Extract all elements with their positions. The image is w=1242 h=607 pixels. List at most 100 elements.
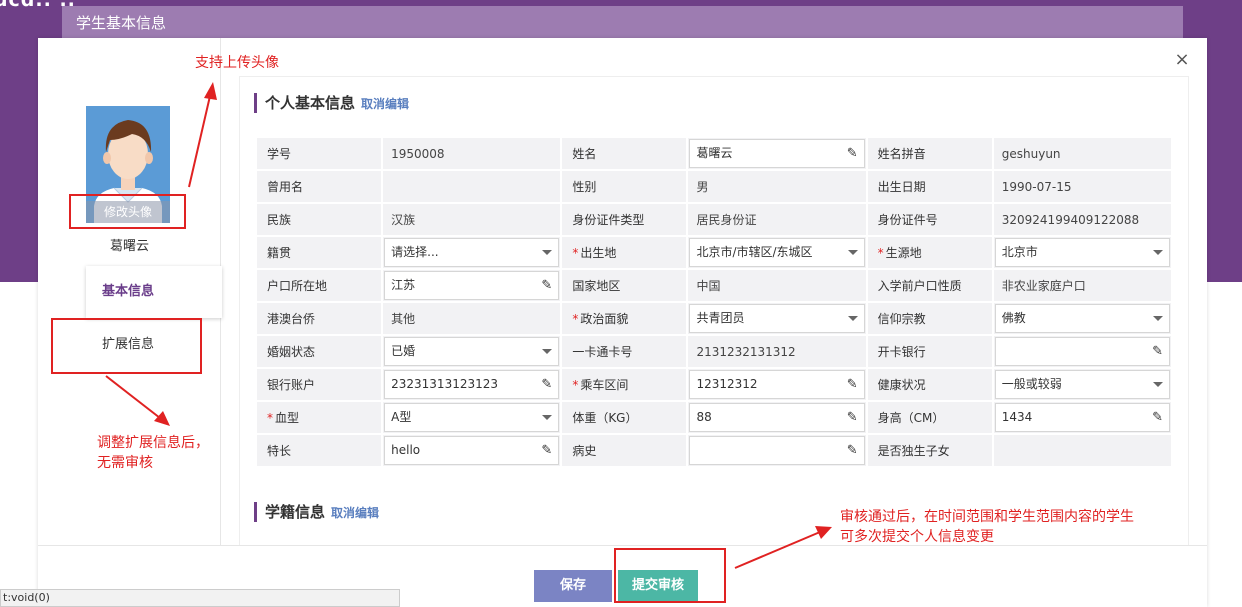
weight-input[interactable]: 88 ✎	[689, 403, 865, 432]
origin-select[interactable]: 北京市	[994, 238, 1170, 267]
field-value: 汉族	[383, 204, 561, 235]
field-label: 姓名	[562, 138, 687, 169]
section-title-enrollment: 学籍信息 取消编辑	[254, 502, 379, 522]
table-row: 籍贯 请选择... * 出生地 北京市/市辖区/东城区 * 生源地 北京市	[257, 237, 1171, 268]
field-value: 葛曙云	[696, 146, 733, 160]
annotation-line: 调整扩展信息后，	[97, 435, 209, 451]
field-value: A型	[391, 410, 412, 424]
field-value: 非农业家庭户口	[993, 270, 1171, 301]
field-label: 出生地	[580, 246, 617, 260]
required-star: *	[877, 246, 884, 260]
field-value: 共青团员	[696, 311, 745, 325]
annotation-avatar: 支持上传头像	[195, 55, 279, 71]
field-value: 江苏	[391, 278, 416, 292]
field-label: 健康状况	[867, 369, 992, 400]
bank-input[interactable]: ✎	[994, 337, 1170, 366]
field-value: hello	[391, 443, 421, 457]
pencil-icon: ✎	[1152, 410, 1163, 425]
personal-info-table: 学号 1950008 姓名 葛曙云 ✎ 姓名拼音 geshuyun 曾用名 性别 …	[255, 136, 1173, 468]
pencil-icon: ✎	[846, 377, 858, 392]
pencil-icon: ✎	[541, 443, 553, 458]
save-button[interactable]: 保存	[534, 570, 612, 602]
field-value: 佛教	[1001, 311, 1026, 325]
commute-range-input[interactable]: 12312312 ✎	[689, 370, 865, 399]
political-status-select[interactable]: 共青团员	[689, 304, 865, 333]
birthplace-select[interactable]: 北京市/市辖区/东城区	[689, 238, 865, 267]
field-label: 港澳台侨	[257, 303, 382, 334]
annotation-box-extended	[51, 318, 202, 374]
field-label: 学号	[257, 138, 382, 169]
field-value: 其他	[383, 303, 561, 334]
caret-down-icon	[847, 250, 858, 255]
close-icon[interactable]: ×	[1172, 50, 1192, 70]
annotation-line: 审核通过后，在时间范围和学生范围内容的学生	[840, 509, 1134, 525]
household-location-input[interactable]: 江苏 ✎	[384, 271, 560, 300]
specialty-input[interactable]: hello ✎	[384, 436, 560, 465]
field-value: 已婚	[391, 344, 416, 358]
annotation-line: 无需审核	[97, 455, 153, 471]
field-label: 开卡银行	[867, 336, 992, 367]
pencil-icon: ✎	[1152, 344, 1163, 359]
required-star: *	[572, 246, 579, 260]
field-value: 12312312	[696, 377, 758, 391]
caret-down-icon	[542, 349, 553, 354]
tab-basic-info[interactable]: 基本信息	[86, 266, 222, 318]
pencil-icon: ✎	[541, 278, 553, 293]
required-star: *	[267, 411, 273, 425]
field-label: 籍贯	[257, 237, 382, 268]
pencil-icon: ✎	[846, 410, 858, 425]
table-row: 特长 hello ✎ 病史 ✎ 是否独生子女	[257, 435, 1171, 466]
bank-account-input[interactable]: 23231313123123 ✎	[384, 370, 560, 399]
field-value: 1990-07-15	[993, 171, 1171, 202]
caret-down-icon	[1153, 316, 1163, 321]
field-label: 性别	[562, 171, 687, 202]
field-label: 国家地区	[562, 270, 687, 301]
native-place-select[interactable]: 请选择...	[384, 238, 560, 267]
field-label: 户口所在地	[257, 270, 382, 301]
caret-down-icon	[847, 316, 858, 321]
field-value: 1434	[1001, 410, 1033, 424]
field-label: 乘车区间	[580, 378, 629, 392]
medical-history-input[interactable]: ✎	[689, 436, 865, 465]
field-label: 病史	[562, 435, 687, 466]
field-label: 出生日期	[867, 171, 992, 202]
cancel-edit-link[interactable]: 取消编辑	[331, 506, 379, 520]
field-label: 信仰宗教	[867, 303, 992, 334]
name-input[interactable]: 葛曙云 ✎	[689, 139, 865, 168]
section-title-personal: 个人基本信息 取消编辑	[254, 93, 409, 113]
field-label: 曾用名	[257, 171, 382, 202]
field-value: 北京市	[1001, 245, 1038, 259]
field-label: 银行账户	[257, 369, 382, 400]
caret-down-icon	[1153, 250, 1163, 255]
field-label: 身份证件号	[867, 204, 992, 235]
field-label: 身高（CM）	[867, 402, 992, 433]
table-row: * 血型 A型 体重（KG） 88 ✎ 身高（CM） 1434 ✎	[257, 402, 1171, 433]
blood-type-select[interactable]: A型	[384, 403, 560, 432]
field-value	[383, 171, 561, 202]
height-input[interactable]: 1434 ✎	[994, 403, 1170, 432]
annotation-box-submit	[614, 548, 726, 603]
cancel-edit-link[interactable]: 取消编辑	[361, 97, 409, 111]
section-title-text: 个人基本信息	[265, 94, 356, 112]
field-label: 入学前户口性质	[867, 270, 992, 301]
background-panel-title: 学生基本信息	[76, 14, 167, 32]
annotation-line: 可多次提交个人信息变更	[840, 529, 994, 545]
marital-status-select[interactable]: 已婚	[384, 337, 560, 366]
annotation-box-avatar	[69, 194, 186, 229]
field-label: 身份证件类型	[562, 204, 687, 235]
field-label: 血型	[275, 411, 300, 425]
table-row: 户口所在地 江苏 ✎ 国家地区 中国 入学前户口性质 非农业家庭户口	[257, 270, 1171, 301]
religion-select[interactable]: 佛教	[994, 304, 1170, 333]
field-value: 88	[696, 410, 712, 424]
field-label: 姓名拼音	[867, 138, 992, 169]
field-label: 政治面貌	[580, 312, 629, 326]
annotation-extended: 调整扩展信息后， 无需审核	[97, 433, 209, 473]
status-bar: t:void(0)	[0, 589, 400, 607]
field-label: 体重（KG）	[562, 402, 687, 433]
field-value: 请选择...	[391, 245, 439, 259]
field-label: 生源地	[885, 246, 922, 260]
field-value: 男	[688, 171, 866, 202]
health-status-select[interactable]: 一般或较弱	[994, 370, 1170, 399]
caret-down-icon	[1153, 382, 1163, 387]
table-row: 学号 1950008 姓名 葛曙云 ✎ 姓名拼音 geshuyun	[257, 138, 1171, 169]
